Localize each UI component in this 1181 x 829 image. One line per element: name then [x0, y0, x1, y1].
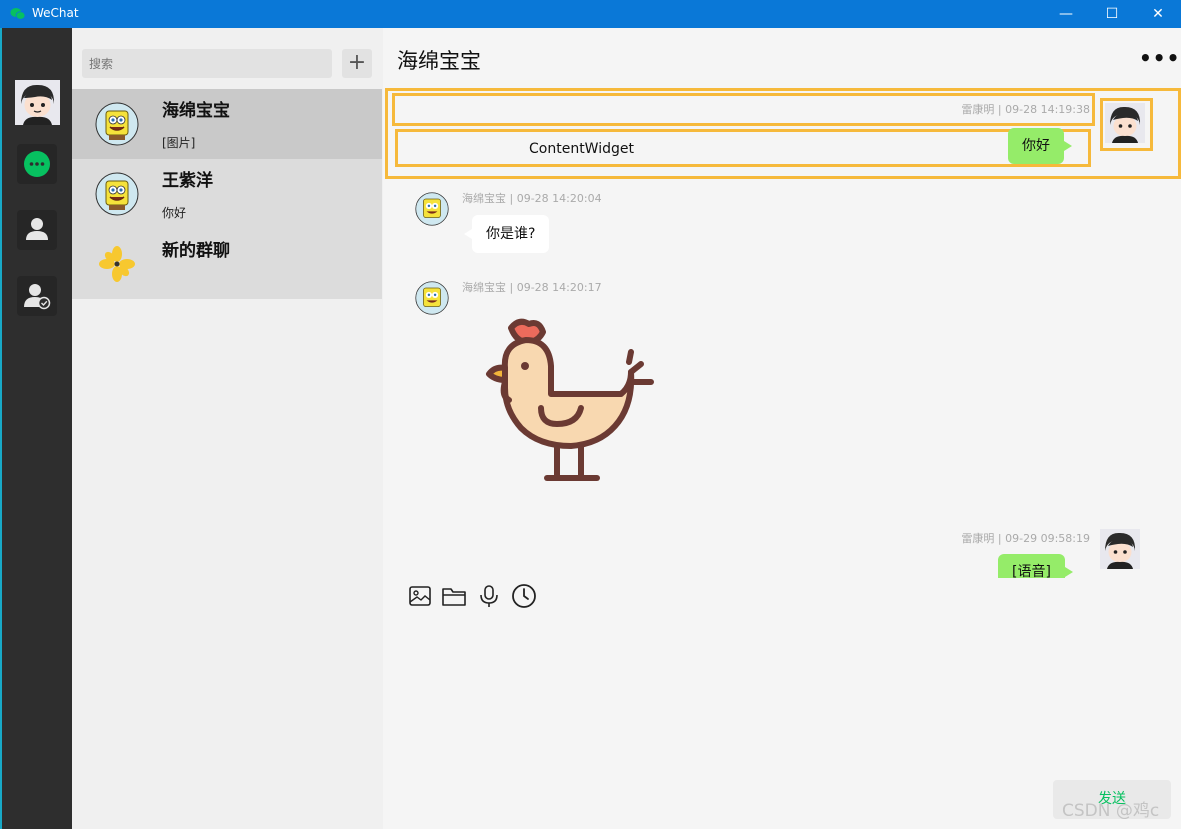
content-widget-label: ContentWidget — [529, 141, 634, 157]
window-title: WeChat — [32, 6, 79, 20]
chat-tab-button[interactable] — [17, 144, 57, 184]
conversation-item[interactable]: 王紫洋 你好 — [72, 159, 382, 229]
user-avatar-icon — [15, 80, 60, 125]
user-check-icon — [24, 284, 51, 310]
message-bubble[interactable]: 你好 — [1008, 128, 1072, 164]
contacts-tab-button[interactable] — [17, 210, 57, 250]
message-meta: 海绵宝宝 | 09-28 14:20:17 — [462, 281, 602, 294]
maximize-button[interactable]: ☐ — [1089, 0, 1135, 28]
title-bar: WeChat — ☐ ✕ — [0, 0, 1181, 28]
chat-bubble-icon — [24, 151, 50, 177]
spongebob-avatar-icon — [95, 172, 139, 216]
message-meta: 雷康明 | 09-29 09:58:19 — [961, 532, 1090, 545]
chat-panel: 海绵宝宝 ••• 雷康明 | 09-28 14:19:38 ContentWid… — [383, 28, 1181, 829]
conversation-name: 王紫洋 — [162, 171, 213, 191]
conversation-last-message: 你好 — [162, 206, 187, 220]
spongebob-avatar-icon — [95, 102, 139, 146]
more-options-button[interactable]: ••• — [1139, 46, 1180, 70]
conversation-last-message: [图片] — [162, 136, 196, 150]
conversation-item[interactable]: 海绵宝宝 [图片] — [72, 89, 382, 159]
message-meta: 雷康明 | 09-28 14:19:38 — [961, 103, 1090, 116]
content-widget-outline — [395, 129, 1091, 167]
chicken-sticker-icon[interactable] — [481, 316, 663, 492]
conversation-name: 新的群聊 — [162, 241, 230, 261]
user-avatar-icon — [1100, 529, 1140, 569]
microphone-icon[interactable] — [476, 583, 502, 609]
voice-bubble-clip: [语音] — [983, 554, 1093, 578]
message-bubble[interactable]: [语音] — [998, 554, 1073, 578]
clock-icon[interactable] — [511, 583, 537, 609]
watermark: CSDN @鸡c — [1062, 801, 1160, 821]
folder-icon[interactable] — [441, 583, 467, 609]
conversation-name: 海绵宝宝 — [162, 101, 230, 121]
add-button[interactable]: + — [342, 49, 372, 78]
spongebob-avatar-icon — [415, 192, 449, 226]
search-input[interactable] — [82, 49, 332, 78]
verified-contacts-tab-button[interactable] — [17, 276, 57, 316]
message-bubble[interactable]: 你是谁? — [463, 215, 550, 253]
user-avatar[interactable] — [15, 80, 60, 125]
conversation-item[interactable]: 新的群聊 — [72, 229, 382, 299]
flower-avatar-icon — [99, 246, 135, 282]
wechat-logo-icon — [10, 8, 26, 20]
contact-icon — [26, 218, 48, 240]
user-avatar-icon — [1105, 103, 1145, 143]
message-meta: 海绵宝宝 | 09-28 14:20:04 — [462, 192, 602, 205]
nav-sidebar — [0, 28, 72, 829]
minimize-button[interactable]: — — [1043, 0, 1089, 28]
chat-title: 海绵宝宝 — [397, 49, 481, 73]
conversation-list-panel: + 海绵宝宝 [图片] 王紫洋 你好 — [72, 28, 384, 829]
image-icon[interactable] — [407, 583, 433, 609]
app-body: + 海绵宝宝 [图片] 王紫洋 你好 — [0, 28, 1181, 829]
spongebob-avatar-icon — [415, 281, 449, 315]
close-button[interactable]: ✕ — [1135, 0, 1181, 28]
